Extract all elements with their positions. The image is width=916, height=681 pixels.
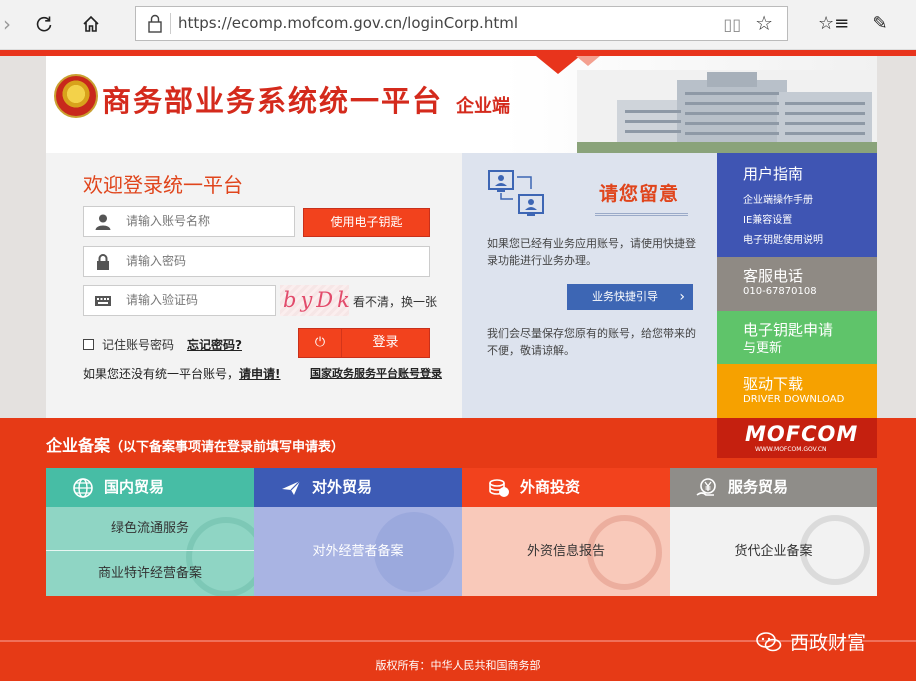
category-foreign-trade: 对外贸易 对外经营者备案 — [254, 468, 462, 596]
national-emblem-icon — [54, 74, 98, 118]
login-title: 欢迎登录统一平台 — [83, 173, 243, 197]
no-account-text: 如果您还没有统一平台账号，请申请! — [83, 367, 281, 381]
back-arrow-icon[interactable]: › — [0, 10, 14, 38]
refresh-icon[interactable] — [30, 10, 58, 38]
notice-title: 请您留意 — [599, 183, 680, 205]
register-link[interactable]: 请申请! — [239, 367, 280, 381]
wechat-icon — [756, 632, 782, 652]
remember-checkbox[interactable]: 记住账号密码 — [83, 336, 174, 353]
service-trade-header: 服务贸易 — [670, 468, 877, 507]
keyboard-icon — [95, 296, 111, 306]
filing-title: 企业备案（以下备案事项请在登录前填写申请表） — [46, 436, 345, 455]
site-header: 商务部业务系统统一平台 企业端 — [46, 56, 877, 153]
foreign-operator-filing-link[interactable]: 对外经营者备案 — [254, 507, 462, 596]
foreign-trade-title: 对外贸易 — [312, 478, 373, 496]
green-circulation-link[interactable]: 绿色流通服务 — [46, 507, 254, 551]
ekey-login-button[interactable]: 使用电子钥匙 — [303, 208, 430, 237]
user-icon — [95, 214, 111, 230]
watermark: 西政财富 — [756, 628, 866, 655]
reading-view-icon[interactable]: ▯▯ — [723, 15, 741, 34]
user-guide-title: 用户指南 — [743, 165, 804, 183]
foreign-trade-body: 对外经营者备案 — [254, 507, 462, 596]
notice-divider — [595, 213, 688, 216]
copyright-text: 版权所有：中华人民共和国商务部 — [375, 659, 541, 672]
password-placeholder: 请输入密码 — [126, 254, 187, 268]
account-input[interactable]: 请输入账号名称 — [83, 206, 295, 237]
foreign-investment-body: 外资信息报告 — [462, 507, 670, 596]
account-placeholder: 请输入账号名称 — [126, 214, 211, 228]
quick-guide-label: 业务快捷引导 — [592, 290, 658, 303]
mofcom-logo[interactable]: MOFCOM WWW.MOFCOM.GOV.CN — [717, 418, 877, 458]
ekey-apply-title-2: 与更新 — [743, 341, 783, 356]
service-phone-box: 客服电话 010-67870108 — [717, 257, 877, 311]
mofcom-logo-url: WWW.MOFCOM.GOV.CN — [755, 446, 827, 453]
address-bar[interactable]: https://ecomp.mofcom.gov.cn/loginCorp.ht… — [135, 6, 788, 41]
category-domestic-trade: 国内贸易 绿色流通服务 商业特许经营备案 — [46, 468, 254, 596]
favorites-list-icon[interactable]: ☆≡ — [818, 10, 849, 38]
power-icon: ⏻ — [299, 329, 342, 357]
guide-link-manual[interactable]: 企业端操作手册 — [743, 191, 813, 206]
login-panel: 欢迎登录统一平台 请输入账号名称 使用电子钥匙 请输入密码 请输入验证码 byD… — [46, 153, 462, 418]
password-input[interactable]: 请输入密码 — [83, 246, 430, 277]
driver-download-box[interactable]: 驱动下载 DRIVER DOWNLOAD — [717, 364, 877, 418]
notice-text-1: 如果您已经有业务应用账号，请使用快捷登录功能进行业务办理。 — [487, 237, 696, 267]
ministry-building-image — [577, 70, 877, 153]
foreign-investment-title: 外商投资 — [520, 478, 581, 496]
site-subtitle: 企业端 — [456, 96, 510, 117]
foreign-info-report-link[interactable]: 外资信息报告 — [462, 507, 670, 596]
foreign-trade-header: 对外贸易 — [254, 468, 462, 507]
quick-guide-button[interactable]: 业务快捷引导 › — [567, 284, 693, 310]
captcha-refresh-link[interactable]: 看不清，换一张 — [353, 293, 437, 310]
freight-forwarder-filing-link[interactable]: 货代企业备案 — [670, 507, 877, 596]
service-trade-title: 服务贸易 — [728, 478, 789, 496]
foreign-investment-header: 外商投资 — [462, 468, 670, 507]
watermark-text: 西政财富 — [790, 632, 867, 654]
login-button[interactable]: ⏻ 登录 — [298, 328, 430, 358]
browser-toolbar: › https://ecomp.mofcom.gov.cn/loginCorp.… — [0, 0, 916, 50]
domestic-trade-title: 国内贸易 — [104, 478, 165, 496]
url-text: https://ecomp.mofcom.gov.cn/loginCorp.ht… — [178, 14, 518, 32]
lock-icon — [148, 14, 162, 33]
mofcom-logo-text: MOFCOM — [745, 422, 859, 446]
airplane-icon — [282, 480, 301, 495]
remember-label: 记住账号密码 — [102, 338, 175, 352]
decor-triangle — [576, 56, 600, 66]
computers-icon — [488, 170, 544, 216]
domestic-trade-header: 国内贸易 — [46, 468, 254, 507]
coins-icon — [489, 479, 509, 497]
notice-text-2: 我们会尽量保存您原有的账号，给您带来的不便，敬请谅解。 — [487, 327, 696, 357]
category-service-trade: 服务贸易 货代企业备案 — [670, 468, 877, 596]
forgot-password-link[interactable]: 忘记密码? — [187, 336, 242, 353]
chevron-right-icon: › — [679, 289, 685, 305]
gov-platform-login-link[interactable]: 国家政务服务平台账号登录 — [310, 365, 442, 381]
lock-icon — [97, 254, 109, 270]
captcha-input[interactable]: 请输入验证码 — [83, 285, 276, 316]
guide-link-ie[interactable]: IE兼容设置 — [743, 211, 792, 226]
globe-icon — [73, 478, 93, 498]
captcha-image[interactable]: byDk — [280, 285, 350, 316]
captcha-placeholder: 请输入验证码 — [126, 293, 199, 307]
driver-download-subtitle: DRIVER DOWNLOAD — [743, 394, 845, 405]
filing-note: （以下备案事项请在登录前填写申请表） — [110, 440, 345, 455]
pen-icon[interactable]: ✎ — [866, 10, 894, 38]
notice-panel: 请您留意 如果您已经有业务应用账号，请使用快捷登录功能进行业务办理。 业务快捷引… — [462, 153, 717, 418]
yen-hand-icon — [696, 478, 716, 496]
user-guide-box: 用户指南 企业端操作手册 IE兼容设置 电子钥匙使用说明 — [717, 153, 877, 257]
service-trade-body: 货代企业备案 — [670, 507, 877, 596]
checkbox-box[interactable] — [83, 339, 94, 350]
franchise-filing-link[interactable]: 商业特许经营备案 — [46, 552, 254, 596]
favorite-star-icon[interactable]: ☆ — [755, 11, 773, 35]
driver-download-title: 驱动下载 — [743, 375, 804, 393]
site-title: 商务部业务系统统一平台 — [102, 84, 444, 118]
ekey-apply-box[interactable]: 电子钥匙申请 与更新 — [717, 311, 877, 364]
home-icon[interactable] — [77, 10, 105, 38]
login-button-label: 登录 — [372, 335, 399, 350]
service-phone-title: 客服电话 — [743, 267, 804, 285]
domestic-trade-body: 绿色流通服务 商业特许经营备案 — [46, 507, 254, 596]
service-phone-number: 010-67870108 — [743, 286, 817, 297]
guide-link-ekey[interactable]: 电子钥匙使用说明 — [743, 231, 823, 246]
decor-triangle — [536, 56, 580, 74]
category-foreign-investment: 外商投资 外资信息报告 — [462, 468, 670, 596]
